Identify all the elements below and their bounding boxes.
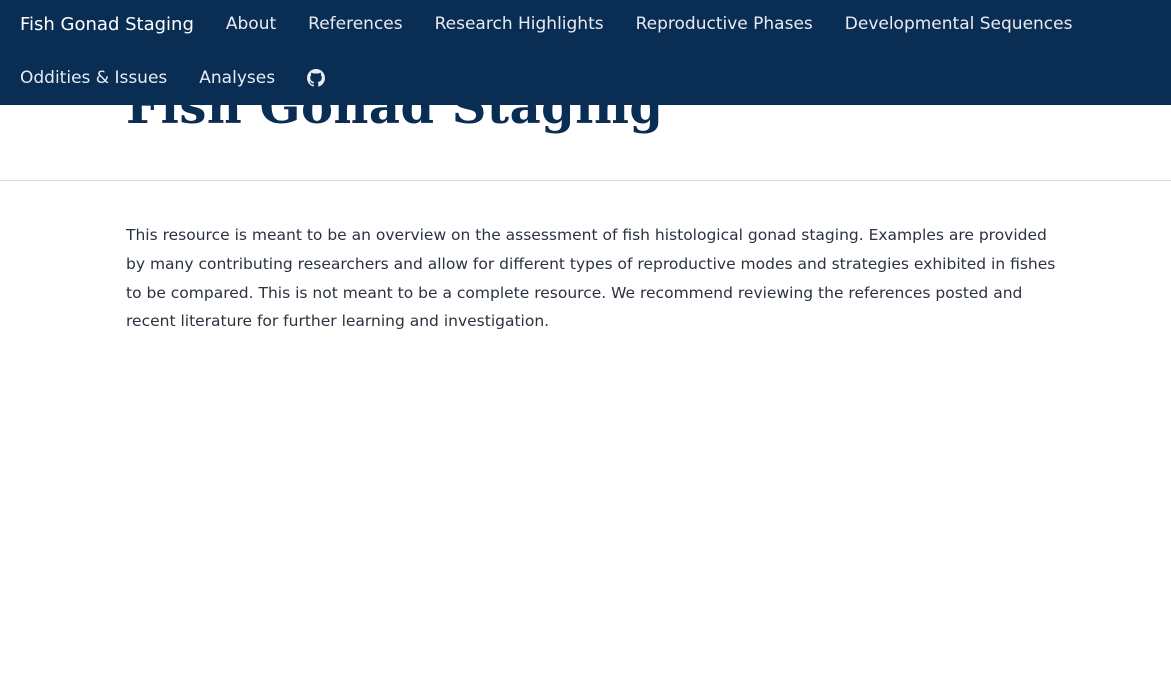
nav-link-developmental-sequences[interactable]: Developmental Sequences xyxy=(845,14,1073,34)
brand-link[interactable]: Fish Gonad Staging xyxy=(20,14,194,35)
nav-link-reproductive-phases[interactable]: Reproductive Phases xyxy=(636,14,813,34)
title-band: Fish Gonad Staging xyxy=(0,79,1171,181)
nav-link-about[interactable]: About xyxy=(226,14,276,34)
top-navbar: Fish Gonad Staging About References Rese… xyxy=(0,0,1171,105)
nav-link-oddities-issues[interactable]: Oddities & Issues xyxy=(20,68,167,88)
nav-link-references[interactable]: References xyxy=(308,14,402,34)
main-content: This resource is meant to be an overview… xyxy=(126,221,1056,336)
github-icon[interactable] xyxy=(307,69,326,87)
intro-paragraph: This resource is meant to be an overview… xyxy=(126,226,1056,331)
nav-row-secondary: Oddities & Issues Analyses xyxy=(20,64,326,92)
nav-link-analyses[interactable]: Analyses xyxy=(199,68,275,88)
nav-row-primary: Fish Gonad Staging About References Rese… xyxy=(20,10,1104,38)
nav-link-research-highlights[interactable]: Research Highlights xyxy=(435,14,604,34)
